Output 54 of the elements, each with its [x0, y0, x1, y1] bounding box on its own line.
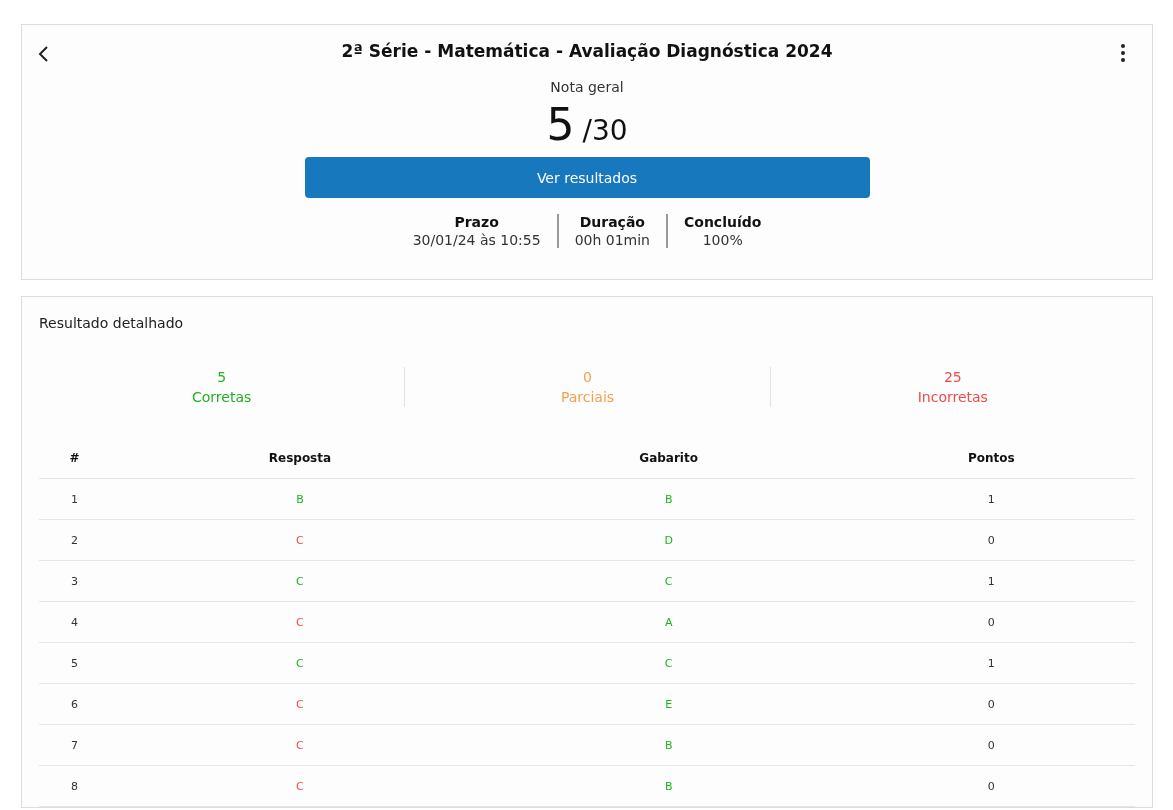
table-cell: 5 [39, 642, 111, 684]
table-cell: 3 [39, 560, 111, 602]
view-results-button[interactable]: Ver resultados [304, 157, 870, 198]
table-cell: C [110, 683, 490, 725]
table-cell: B [110, 478, 490, 520]
table-cell: 1 [847, 560, 1135, 602]
table-cell: C [110, 519, 490, 561]
table-cell: C [489, 560, 848, 602]
column-header: Pontos [847, 437, 1135, 479]
stat-value: 100% [702, 232, 743, 248]
table-cell: 0 [847, 601, 1135, 643]
table-cell: E [489, 683, 848, 725]
table-cell: C [489, 642, 848, 684]
summary-count: 25 [943, 368, 962, 387]
table-cell: C [110, 642, 490, 684]
stat-value: 30/01/24 às 10:55 [412, 232, 541, 248]
assessment-title: 2ª Série - Matemática - Avaliação Diagnóstica 2024 [341, 40, 833, 63]
table-cell: C [110, 601, 490, 643]
table-cell: 0 [847, 724, 1135, 766]
summary-count: 5 [217, 368, 227, 387]
table-cell: 1 [39, 478, 111, 520]
score-value: 5 [546, 101, 575, 149]
summary-label: Corretas [192, 388, 252, 407]
stat-label: Duração [579, 214, 645, 230]
table-cell: 4 [39, 601, 111, 643]
table-cell: 1 [847, 478, 1135, 520]
table-cell: B [489, 765, 848, 807]
table-cell: 0 [847, 519, 1135, 561]
table-cell: 2 [39, 519, 111, 561]
table-cell: 0 [847, 765, 1135, 807]
table-cell: B [489, 478, 848, 520]
score-label: Nota geral [550, 79, 624, 95]
summary-label: Parciais [560, 388, 615, 407]
table-cell: C [110, 724, 490, 766]
table-cell: A [489, 601, 848, 643]
table-cell: 1 [847, 642, 1135, 684]
table-cell: C [110, 765, 490, 807]
table-cell: 0 [847, 683, 1135, 725]
table-cell: B [489, 724, 848, 766]
table-cell: 7 [39, 724, 111, 766]
table-cell: C [110, 560, 490, 602]
section-title: Resultado detalhado [39, 315, 185, 331]
column-header: Resposta [110, 437, 490, 479]
summary-label: Incorretas [917, 388, 988, 407]
table-cell: 8 [39, 765, 111, 807]
stat-label: Prazo [454, 214, 499, 230]
table-cell: D [489, 519, 848, 561]
summary-count: 0 [583, 368, 592, 387]
column-header: # [39, 437, 111, 479]
score-total: /30 [582, 114, 628, 147]
stat-label: Concluído [684, 214, 762, 230]
stat-value: 00h 01min [574, 232, 650, 248]
table-cell: 6 [39, 683, 111, 725]
column-header: Gabarito [489, 437, 848, 479]
